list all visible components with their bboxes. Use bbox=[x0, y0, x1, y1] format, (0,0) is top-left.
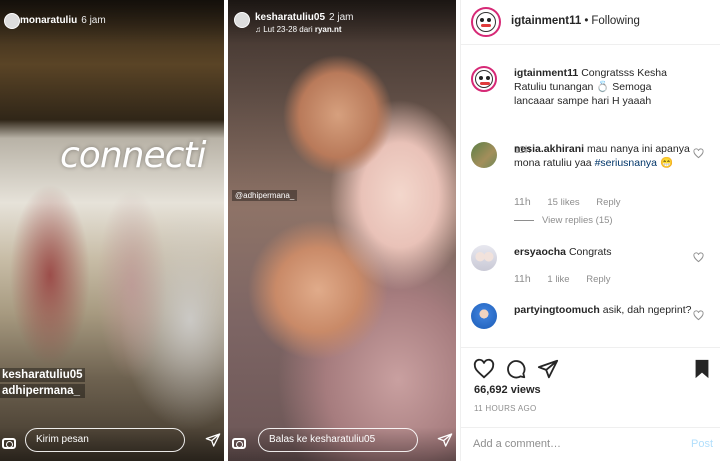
bookmark-icon[interactable] bbox=[691, 358, 713, 380]
post-header: igtainment11 • Following bbox=[461, 0, 720, 45]
story-mention-tags: kesharatuliu05 adhipermana_ bbox=[0, 368, 85, 400]
story-avatar bbox=[234, 12, 250, 28]
story-screenshot-left: monaratuliu 6 jam connecti kesharatuliu05… bbox=[0, 0, 224, 461]
reply-button[interactable]: Reply bbox=[596, 197, 620, 208]
story-header: kesharatuliu05 2 jam ♫ Lut 23-28 dari rya… bbox=[228, 0, 456, 44]
comment-username[interactable]: igtainment11 bbox=[514, 67, 578, 79]
comment-text: partyingtoomuch asik, dah ngeprint? bbox=[514, 304, 692, 316]
commenter-avatar[interactable] bbox=[471, 66, 497, 92]
heart-icon[interactable] bbox=[693, 148, 704, 159]
comment-username[interactable]: nesia.akhirani bbox=[514, 143, 584, 155]
mention-tag: adhipermana_ bbox=[0, 384, 85, 398]
header-info: igtainment11 • Following bbox=[511, 15, 640, 27]
story-reply-input: Kirim pesan bbox=[25, 428, 185, 452]
story-avatar bbox=[4, 13, 20, 29]
heart-icon[interactable] bbox=[473, 358, 495, 380]
add-comment-bar: Add a comment… Post bbox=[461, 427, 720, 461]
comment-time[interactable]: 11h bbox=[514, 273, 531, 285]
comment-input[interactable]: Add a comment… bbox=[473, 438, 561, 450]
commenter-avatar[interactable] bbox=[471, 142, 497, 168]
story-time: 2 jam bbox=[329, 12, 354, 23]
camera-icon bbox=[232, 438, 246, 449]
heart-icon[interactable] bbox=[693, 252, 704, 263]
connect-sign-text: connecti bbox=[60, 135, 207, 176]
mention-tag: kesharatuliu05 bbox=[0, 368, 85, 382]
mention-tag: @adhipermana_ bbox=[232, 190, 298, 201]
comment-meta: 11h 15 likes Reply bbox=[514, 196, 635, 208]
comment-likes[interactable]: 15 likes bbox=[547, 197, 579, 208]
comment-text: ersyaocha Congrats bbox=[514, 246, 612, 258]
story-reply-input: Balas ke kesharatuliu05 bbox=[258, 428, 418, 452]
logo-face-icon bbox=[476, 12, 496, 32]
comment-time[interactable]: 11h bbox=[514, 196, 531, 208]
view-replies-button[interactable]: View replies (15) bbox=[514, 215, 613, 226]
commenter-avatar[interactable] bbox=[471, 245, 497, 271]
separator-dot: • bbox=[584, 15, 589, 27]
divider-line bbox=[514, 219, 534, 221]
story-username: monaratuliu 6 jam bbox=[20, 15, 106, 26]
comment-username[interactable]: ersyaocha bbox=[514, 246, 566, 258]
author-avatar[interactable] bbox=[471, 7, 501, 37]
comment-icon[interactable] bbox=[505, 358, 527, 380]
post-timestamp[interactable]: 11 HOURS AGO bbox=[474, 404, 537, 413]
comment-username[interactable]: partyingtoomuch bbox=[514, 304, 600, 316]
following-button[interactable]: Following bbox=[591, 15, 640, 27]
story-time: 6 jam bbox=[81, 15, 106, 26]
story-reply-bar: Kirim pesan bbox=[0, 427, 224, 461]
send-icon bbox=[205, 433, 221, 447]
send-icon bbox=[437, 433, 453, 447]
story-header: monaratuliu 6 jam bbox=[0, 0, 224, 44]
grin-emoji: 😁 bbox=[659, 157, 674, 169]
post-media[interactable]: monaratuliu 6 jam connecti kesharatuliu05… bbox=[0, 0, 459, 461]
comments-list[interactable]: igtainment11 Congratsss Kesha Ratuliu tun… bbox=[461, 46, 720, 346]
camera-icon bbox=[2, 438, 16, 449]
comment-text: igtainment11 Congratsss Kesha Ratuliu tun… bbox=[514, 67, 667, 107]
comment-meta: 11h 1 like Reply bbox=[514, 273, 625, 285]
post-button[interactable]: Post bbox=[691, 438, 713, 450]
story-screenshot-right: kesharatuliu05 2 jam ♫ Lut 23-28 dari rya… bbox=[228, 0, 456, 461]
story-username: kesharatuliu05 2 jam bbox=[255, 12, 354, 23]
reply-button[interactable]: Reply bbox=[586, 274, 610, 285]
commenter-avatar[interactable] bbox=[471, 303, 497, 329]
comment-likes[interactable]: 1 like bbox=[547, 274, 569, 285]
author-username[interactable]: igtainment11 bbox=[511, 15, 581, 27]
comments-panel: igtainment11 • Following igtainment11 Congr… bbox=[460, 0, 720, 461]
comment-text: nesia.akhirani mau nanya ini apanya mona … bbox=[514, 143, 690, 169]
music-icon: ♫ bbox=[255, 25, 261, 34]
post-actions: 66,692 views 11 HOURS AGO bbox=[461, 347, 720, 427]
hashtag-link[interactable]: #seriusnanya bbox=[595, 157, 657, 169]
views-count[interactable]: 66,692 views bbox=[474, 384, 541, 396]
heart-icon[interactable] bbox=[693, 310, 704, 321]
story-music-credit: ♫ Lut 23-28 dari ryan.nt bbox=[255, 25, 342, 34]
share-icon[interactable] bbox=[537, 358, 559, 380]
story-reply-bar: Balas ke kesharatuliu05 bbox=[228, 427, 456, 461]
